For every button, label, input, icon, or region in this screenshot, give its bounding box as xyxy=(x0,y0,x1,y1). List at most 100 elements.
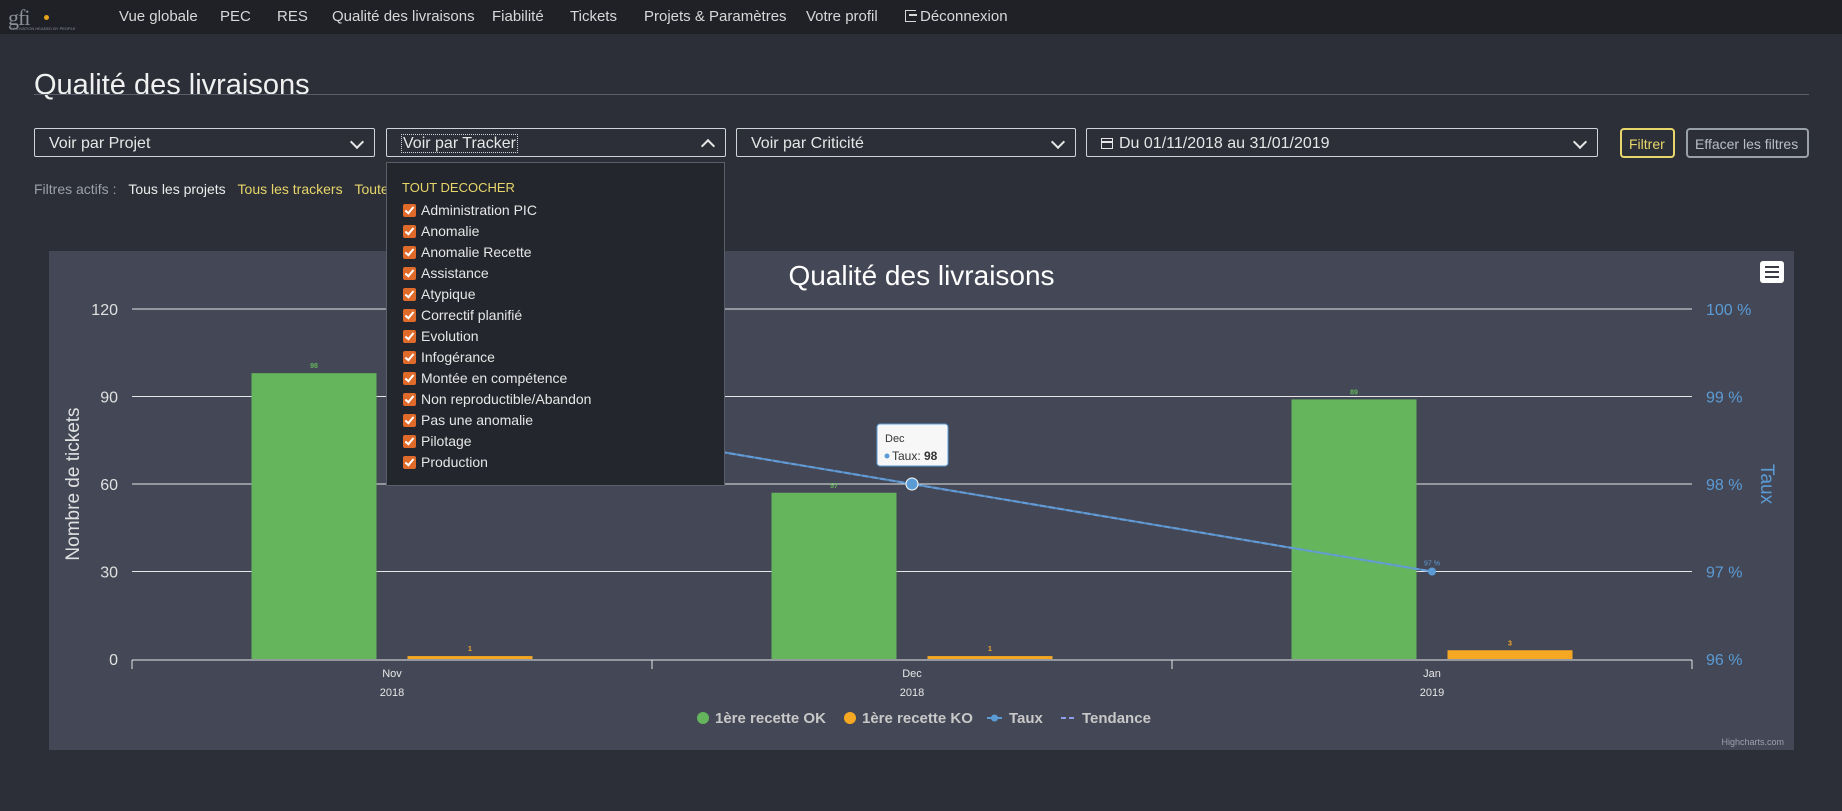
chevron-down-icon xyxy=(1572,134,1588,150)
tracker-option-label: Non reproductible/Abandon xyxy=(421,391,592,407)
y-tick-label: 60 xyxy=(100,477,118,494)
x-tick-year-label: 2018 xyxy=(380,687,404,699)
y2-tick-label: 96 % xyxy=(1706,652,1742,669)
x-tick-label: Nov xyxy=(382,668,402,680)
tracker-option[interactable]: Anomalie xyxy=(403,223,479,241)
logout-icon xyxy=(905,10,917,22)
gfi-logo[interactable]: gfi INNOVATION HEADED BY PEOPLE xyxy=(8,5,76,31)
chevron-up-icon xyxy=(700,138,716,154)
bar-label-ok: 89 xyxy=(1350,389,1358,396)
checkbox-checked-icon[interactable] xyxy=(403,456,416,469)
bar-recette-ok xyxy=(1291,399,1417,659)
x-tick-label: Dec xyxy=(902,668,922,680)
y-tick-label: 120 xyxy=(91,302,118,319)
bar-recette-ok xyxy=(251,373,377,659)
checkbox-checked-icon[interactable] xyxy=(403,267,416,280)
nav-res[interactable]: RES xyxy=(277,8,308,25)
nav-tickets[interactable]: Tickets xyxy=(570,8,617,25)
nav-projets-parametres[interactable]: Projets & Paramètres xyxy=(644,8,787,25)
checkbox-checked-icon[interactable] xyxy=(403,204,416,217)
y2-tick-label: 100 % xyxy=(1706,302,1751,319)
checkbox-checked-icon[interactable] xyxy=(403,393,416,406)
bar-recette-ko xyxy=(927,656,1053,659)
y-tick-label: 90 xyxy=(100,390,118,407)
tracker-option-label: Anomalie xyxy=(421,223,480,239)
taux-point xyxy=(905,477,919,491)
tracker-select[interactable]: Voir par Tracker xyxy=(386,128,726,157)
checkbox-checked-icon[interactable] xyxy=(403,246,416,259)
clear-filters-button[interactable]: Effacer les filtres xyxy=(1686,128,1809,158)
page-title: Qualité des livraisons xyxy=(34,69,310,102)
checkbox-checked-icon[interactable] xyxy=(403,288,416,301)
tracker-option[interactable]: Non reproductible/Abandon xyxy=(403,391,591,409)
chevron-down-icon xyxy=(1050,134,1066,150)
tracker-option[interactable]: Pas une anomalie xyxy=(403,412,533,430)
checkbox-checked-icon[interactable] xyxy=(403,372,416,385)
checkbox-checked-icon[interactable] xyxy=(403,351,416,364)
tracker-option[interactable]: Anomalie Recette xyxy=(403,244,532,262)
tracker-option-label: Evolution xyxy=(421,328,479,344)
tracker-option[interactable]: Pilotage xyxy=(403,433,472,451)
nav-qualite-livraisons[interactable]: Qualité des livraisons xyxy=(332,8,475,25)
tracker-option-label: Production xyxy=(421,454,488,470)
nav-deconnexion[interactable]: Déconnexion xyxy=(905,8,1008,25)
active-filter-projets: Tous les projets xyxy=(128,181,226,197)
tracker-option[interactable]: Administration PIC xyxy=(403,202,537,220)
nav-votre-profil[interactable]: Votre profil xyxy=(806,8,878,25)
bar-label-ko: 1 xyxy=(468,646,472,653)
tracker-select-label: Voir par Tracker xyxy=(401,134,518,153)
date-range-select[interactable]: Du 01/11/2018 au 31/01/2019 xyxy=(1086,128,1598,157)
tooltip-value: 98 xyxy=(924,449,938,463)
chevron-down-icon xyxy=(349,134,365,150)
tracker-option-label: Pas une anomalie xyxy=(421,412,534,428)
nav-vue-globale[interactable]: Vue globale xyxy=(119,8,198,25)
tracker-option[interactable]: Infogérance xyxy=(403,349,495,367)
tracker-option-label: Administration PIC xyxy=(421,202,537,218)
checkbox-checked-icon[interactable] xyxy=(403,225,416,238)
bar-recette-ko xyxy=(1447,650,1573,659)
checkbox-checked-icon[interactable] xyxy=(403,330,416,343)
bar-recette-ok xyxy=(771,492,897,659)
y2-tick-label: 97 % xyxy=(1706,565,1742,582)
tracker-option[interactable]: Production xyxy=(403,454,488,472)
taux-point xyxy=(1428,567,1436,576)
y-axis-title: Nombre de tickets xyxy=(63,407,84,560)
nav-pec[interactable]: PEC xyxy=(220,8,251,25)
tracker-option-label: Correctif planifié xyxy=(421,307,523,323)
tracker-option[interactable]: Montée en compétence xyxy=(403,370,567,388)
tracker-option-label: Pilotage xyxy=(421,433,472,449)
tracker-option[interactable]: Evolution xyxy=(403,328,479,346)
tooltip-category: Dec xyxy=(885,433,905,445)
chart-container: Qualité des livraisons 0 30 60 90 120 96 % 97 %… xyxy=(49,251,1794,750)
bar-recette-ko xyxy=(407,656,533,659)
calendar-icon xyxy=(1101,138,1113,149)
chart-menu-icon[interactable] xyxy=(1760,261,1784,283)
legend-ko-symbol xyxy=(844,712,856,724)
y-tick-label: 0 xyxy=(109,652,118,669)
projet-select[interactable]: Voir par Projet xyxy=(34,128,375,157)
checkbox-checked-icon[interactable] xyxy=(403,309,416,322)
criticite-select[interactable]: Voir par Criticité xyxy=(736,128,1076,157)
active-filter-trackers: Tous les trackers xyxy=(237,181,343,197)
bar-label-ok: 57 xyxy=(830,483,838,490)
active-filters: Filtres actifs : Tous les projets Tous l… xyxy=(34,181,396,197)
x-tick-label: Jan xyxy=(1423,668,1441,680)
nav-fiabilite[interactable]: Fiabilité xyxy=(492,8,544,25)
bar-label-ok: 98 xyxy=(310,363,318,370)
checkbox-checked-icon[interactable] xyxy=(403,435,416,448)
chart-title: Qualité des livraisons xyxy=(788,260,1054,291)
title-divider xyxy=(34,94,1809,95)
logout-label: Déconnexion xyxy=(920,8,1008,25)
top-navbar: gfi INNOVATION HEADED BY PEOPLE Vue glob… xyxy=(0,0,1842,34)
tracker-option-label: Anomalie Recette xyxy=(421,244,532,260)
tracker-option[interactable]: Correctif planifié xyxy=(403,307,522,325)
highcharts-credits: Highcharts.com xyxy=(1721,737,1784,747)
logo-dot-icon xyxy=(44,15,49,20)
tracker-option[interactable]: Atypique xyxy=(403,286,475,304)
uncheck-all-link[interactable]: TOUT DECOCHER xyxy=(402,180,515,195)
tracker-option[interactable]: Assistance xyxy=(403,265,489,283)
bar-label-ko: 3 xyxy=(1508,640,1512,647)
legend-taux-label: Taux xyxy=(1009,710,1044,727)
filter-button[interactable]: Filtrer xyxy=(1620,128,1675,158)
checkbox-checked-icon[interactable] xyxy=(403,414,416,427)
